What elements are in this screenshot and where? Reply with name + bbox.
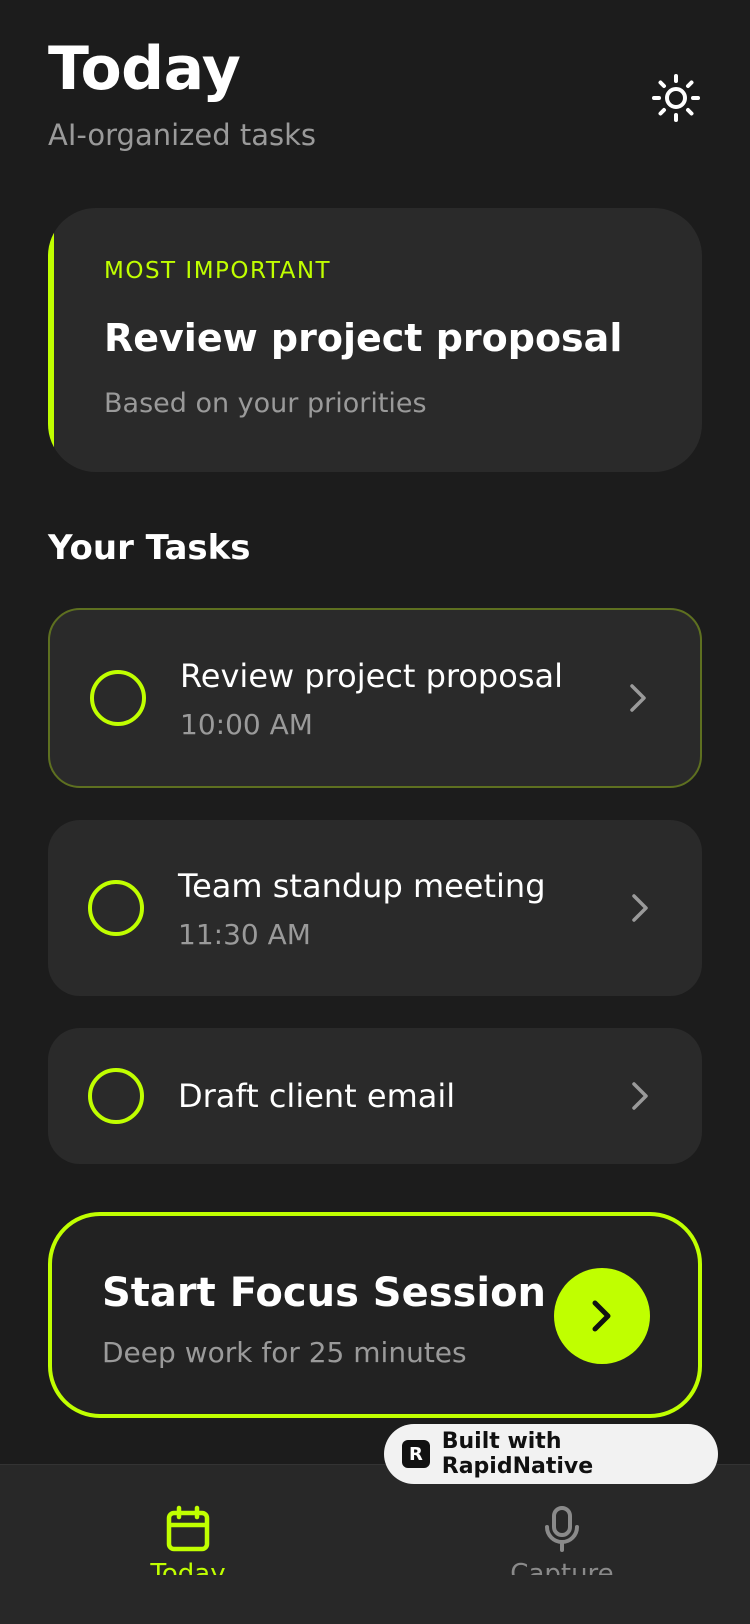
tab-label: Today (150, 1559, 226, 1575)
task-item[interactable]: Team standup meeting 11:30 AM (48, 820, 702, 996)
task-name: Team standup meeting (178, 866, 546, 905)
task-text: Team standup meeting 11:30 AM (178, 866, 622, 951)
task-time: 10:00 AM (180, 707, 313, 741)
task-checkbox[interactable] (90, 670, 146, 726)
tab-today[interactable]: Today (88, 1465, 288, 1575)
theme-toggle-button[interactable] (650, 72, 702, 124)
built-with-badge[interactable]: R Built with RapidNative (384, 1424, 718, 1484)
rapidnative-logo-icon: R (402, 1440, 430, 1468)
most-important-label: MOST IMPORTANT (104, 258, 332, 284)
task-text: Review project proposal 10:00 AM (180, 656, 620, 741)
task-checkbox[interactable] (88, 1068, 144, 1124)
most-important-title: Review project proposal (104, 316, 623, 360)
task-item[interactable]: Review project proposal 10:00 AM (48, 608, 702, 788)
focus-session-subtitle: Deep work for 25 minutes (102, 1336, 467, 1369)
chevron-right-icon (622, 890, 658, 926)
page-header: Today AI-organized tasks (48, 30, 702, 152)
chevron-right-icon (592, 1300, 611, 1332)
tab-label: Capture (510, 1559, 614, 1575)
page-subtitle: AI-organized tasks (48, 118, 317, 152)
task-item[interactable]: Draft client email (48, 1028, 702, 1164)
chevron-right-icon (620, 680, 656, 716)
most-important-card[interactable]: MOST IMPORTANT Review project proposal B… (48, 208, 702, 472)
badge-text: Built with RapidNative (441, 1429, 594, 1479)
bottom-tab-bar: Today Capture (0, 1464, 750, 1624)
start-focus-button[interactable] (554, 1268, 650, 1364)
task-name: Review project proposal (180, 656, 563, 695)
page-title: Today (48, 34, 241, 104)
task-time: 11:30 AM (178, 917, 311, 951)
task-checkbox[interactable] (88, 880, 144, 936)
calendar-icon (166, 1505, 210, 1552)
task-text: Draft client email (178, 1076, 622, 1116)
task-name: Draft client email (178, 1077, 456, 1115)
chevron-right-icon (622, 1078, 658, 1114)
focus-session-title: Start Focus Session (102, 1270, 547, 1316)
most-important-subtitle: Based on your priorities (104, 388, 427, 419)
tasks-section-title: Your Tasks (48, 528, 251, 568)
microphone-icon (545, 1506, 579, 1552)
sun-icon (652, 74, 700, 122)
focus-session-card[interactable]: Start Focus Session Deep work for 25 min… (48, 1212, 702, 1418)
